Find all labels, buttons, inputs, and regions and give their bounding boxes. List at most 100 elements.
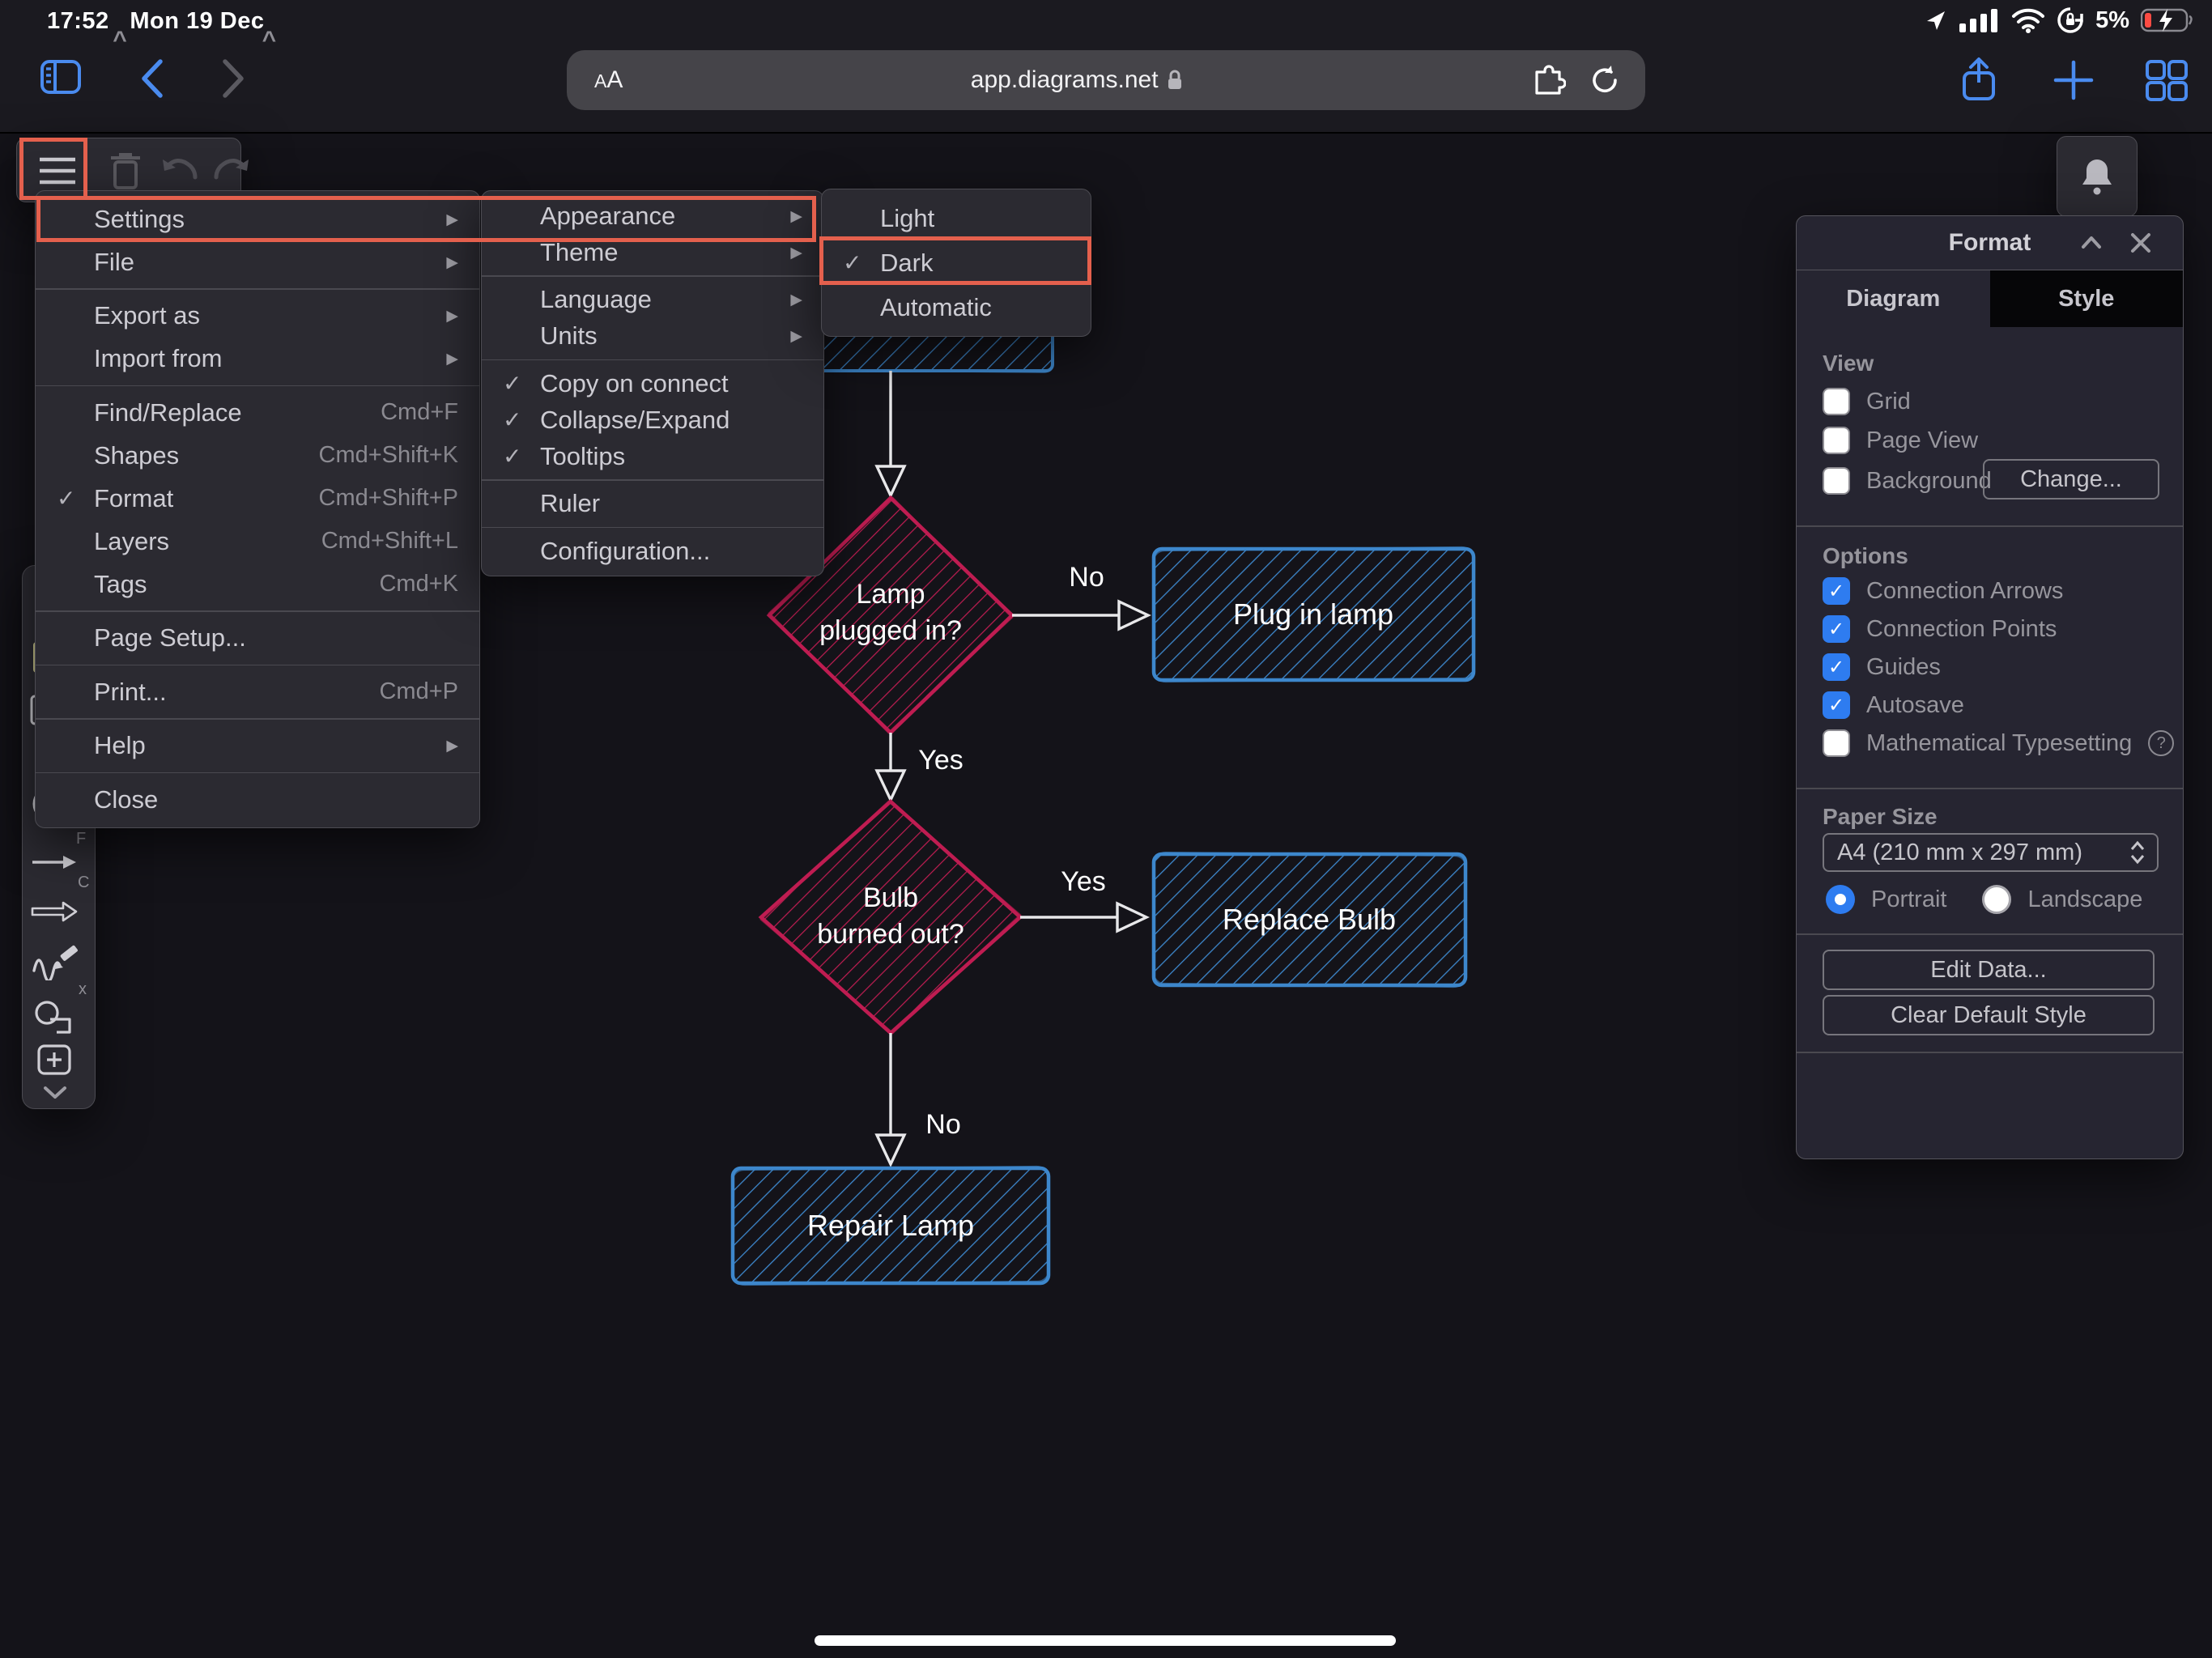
help-icon[interactable]: ? [2148,730,2175,756]
edge-tool-icon[interactable] [31,851,78,874]
freehand-tool-icon[interactable] [31,940,81,980]
plug-label: Plug in lamp [1233,597,1393,631]
menu-item-light[interactable]: Light [822,196,1091,240]
menu-item-shapes[interactable]: Shapes Cmd+Shift+K [36,434,479,477]
shortcut-edge: C [78,874,90,891]
node-repair-lamp[interactable]: Repair Lamp [730,1165,1051,1286]
portrait-radio[interactable] [1826,885,1855,914]
undo-icon[interactable] [160,153,202,189]
menu-item-collapse-expand[interactable]: ✓ Collapse/Expand [482,402,823,438]
delete-icon[interactable] [108,150,143,192]
notifications-button[interactable] [2057,136,2138,217]
menu-item-configuration[interactable]: Configuration... [482,533,823,569]
shortcut-ellipse: F [76,830,87,848]
paper-size-heading: Paper Size [1823,804,1938,829]
menu-item-help[interactable]: Help ▶ [36,725,479,767]
close-panel-icon[interactable] [2128,231,2154,255]
portrait-label: Portrait [1871,886,1947,912]
paper-size-value: A4 (210 mm x 297 mm) [1837,839,2082,865]
math-typesetting-label: Mathematical Typesetting [1866,729,2133,756]
menu-item-import-from[interactable]: Import from ▶ [36,338,479,380]
decision2-label-line2: burned out? [817,919,964,950]
home-indicator[interactable] [815,1635,1396,1646]
menu-item-print[interactable]: Print... Cmd+P [36,670,479,713]
connection-arrows-checkbox[interactable]: ✓ [1823,577,1850,605]
node-decision-bulb-burned[interactable]: Bulb burned out? [758,798,1023,1036]
autosave-checkbox[interactable]: ✓ [1823,691,1850,719]
menu-item-close[interactable]: Close [36,778,479,821]
annotation-dark [819,236,1091,285]
shapes-picker-icon[interactable] [31,1000,76,1035]
edge-no-plug[interactable] [1012,599,1151,631]
checkmark-icon: ✓ [503,443,522,470]
node-replace-bulb[interactable]: Replace Bulb [1151,851,1468,988]
menu-item-language[interactable]: Language ▶ [482,282,823,318]
menu-item-find-replace[interactable]: Find/Replace Cmd+F [36,391,479,434]
connection-points-checkbox[interactable]: ✓ [1823,615,1850,643]
guides-checkbox[interactable]: ✓ [1823,653,1850,681]
edge-label-no1: No [1069,562,1104,593]
edge-yes-replace[interactable] [1020,901,1150,933]
page-view-label: Page View [1866,427,1979,453]
annotation-settings-appearance [36,196,816,242]
menu-item-layers[interactable]: Layers Cmd+Shift+L [36,520,479,563]
tab-diagram[interactable]: Diagram [1797,270,1990,327]
menu-separator [36,610,479,612]
shortcut-freehand: x [79,980,87,998]
connection-points-label: Connection Points [1866,615,2057,642]
menu-separator [482,479,823,481]
page-view-checkbox[interactable] [1823,427,1850,454]
menu-separator [482,359,823,360]
insert-icon[interactable] [36,1044,72,1076]
node-plug-in-lamp[interactable]: Plug in lamp [1151,546,1476,683]
landscape-radio[interactable] [1982,885,2012,914]
paper-size-select[interactable]: A4 (210 mm x 297 mm) [1823,833,2159,872]
edge-label-no2: No [925,1109,960,1140]
edit-data-button[interactable]: Edit Data... [1823,950,2155,990]
submenu-arrow-icon: ▶ [446,350,458,368]
replace-label: Replace Bulb [1223,903,1396,936]
menu-item-file[interactable]: File ▶ [36,240,479,283]
tab-style[interactable]: Style [1989,270,2183,327]
edge-no-repair[interactable] [874,1033,907,1167]
checkmark-icon: ✓ [503,370,522,397]
background-checkbox[interactable] [1823,467,1850,495]
guides-label: Guides [1866,653,1941,680]
select-chevrons-icon [2130,840,2145,865]
menu-item-copy-on-connect[interactable]: ✓ Copy on connect [482,365,823,402]
menu-separator [36,664,479,665]
clear-default-style-button[interactable]: Clear Default Style [1823,995,2155,1035]
menu-separator [36,772,479,773]
open-arrow-tool-icon[interactable] [31,899,78,924]
collapse-toolbar-icon[interactable] [40,1084,70,1102]
change-background-button[interactable]: Change... [1983,459,2159,500]
menu-item-units[interactable]: Units ▶ [482,318,823,355]
decision1-label-line1: Lamp [856,579,925,610]
edge-label-yes2: Yes [1061,866,1105,897]
connection-arrows-label: Connection Arrows [1866,577,2064,604]
menu-item-automatic[interactable]: Automatic [822,285,1091,329]
menu-separator [36,718,479,720]
redo-icon[interactable] [210,153,252,189]
autosave-label: Autosave [1866,691,1964,718]
menu-item-format[interactable]: ✓ Format Cmd+Shift+P [36,477,479,520]
collapse-panel-icon[interactable] [2078,231,2105,255]
grid-checkbox[interactable] [1823,388,1850,415]
decision1-label-line2: plugged in? [819,615,962,646]
edge-start-decision1[interactable] [874,371,907,499]
menu-separator [36,288,479,290]
edge-yes-decision2[interactable] [874,733,907,803]
menu-item-ruler[interactable]: Ruler [482,486,823,522]
checkmark-icon: ✓ [57,485,76,512]
submenu-arrow-icon: ▶ [790,243,802,261]
view-heading: View [1823,351,1874,376]
menu-item-page-setup[interactable]: Page Setup... [36,617,479,660]
submenu-arrow-icon: ▶ [446,253,458,271]
menu-item-tooltips[interactable]: ✓ Tooltips [482,438,823,474]
format-panel: Format Diagram Style View Grid Page View… [1796,215,2184,1159]
menu-item-export-as[interactable]: Export as ▶ [36,295,479,338]
math-typesetting-checkbox[interactable] [1823,729,1850,757]
menu-item-tags[interactable]: Tags Cmd+K [36,563,479,606]
submenu-arrow-icon: ▶ [790,291,802,308]
grid-label: Grid [1866,388,1911,414]
